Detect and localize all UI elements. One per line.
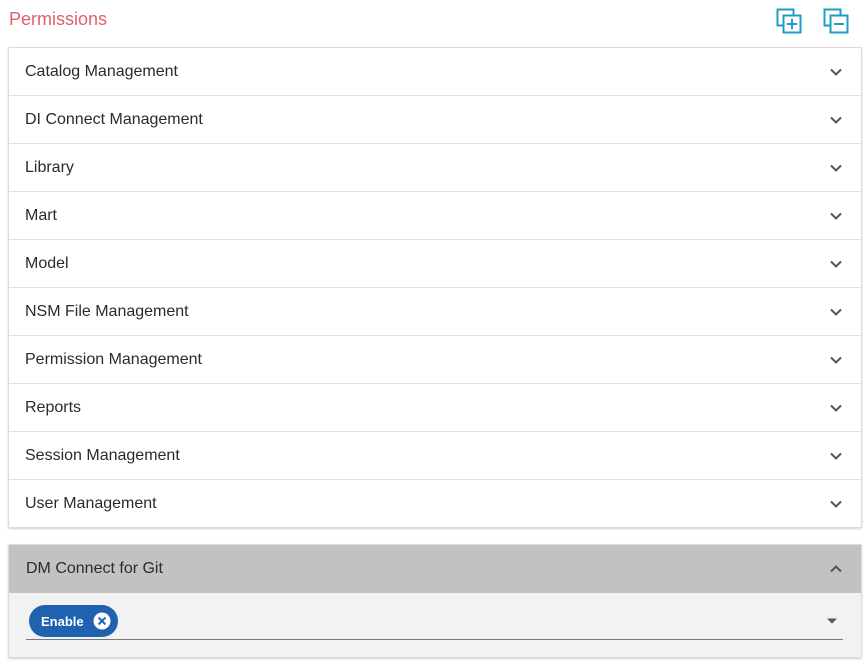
accordion-session-management[interactable]: Session Management	[9, 432, 861, 480]
permission-groups-list: Catalog Management DI Connect Management…	[8, 47, 862, 528]
chevron-down-icon[interactable]	[829, 497, 843, 511]
accordion-label: NSM File Management	[25, 303, 189, 320]
git-permissions-body: Enable	[9, 593, 861, 657]
remove-chip-icon[interactable]	[93, 612, 111, 630]
selected-permission-chip: Enable	[29, 605, 118, 637]
chevron-down-icon[interactable]	[829, 353, 843, 367]
accordion-label: Mart	[25, 207, 57, 224]
accordion-model[interactable]: Model	[9, 240, 861, 288]
accordion-mart[interactable]: Mart	[9, 192, 861, 240]
chevron-down-icon[interactable]	[829, 65, 843, 79]
git-permission-select[interactable]: Enable	[26, 604, 843, 640]
expand-all-icon[interactable]	[776, 8, 802, 34]
chevron-down-icon[interactable]	[829, 113, 843, 127]
accordion-nsm-file-management[interactable]: NSM File Management	[9, 288, 861, 336]
accordion-di-connect-management[interactable]: DI Connect Management	[9, 96, 861, 144]
accordion-catalog-management[interactable]: Catalog Management	[9, 48, 861, 96]
accordion-label: Permission Management	[25, 351, 202, 368]
chevron-up-icon[interactable]	[829, 562, 843, 576]
accordion-library[interactable]: Library	[9, 144, 861, 192]
chevron-down-icon[interactable]	[829, 209, 843, 223]
accordion-label: Library	[25, 159, 74, 176]
chevron-down-icon[interactable]	[829, 449, 843, 463]
chip-label: Enable	[41, 613, 84, 629]
chevron-down-icon[interactable]	[829, 401, 843, 415]
accordion-label: Reports	[25, 399, 82, 416]
accordion-label: Session Management	[25, 447, 180, 464]
collapse-all-icon[interactable]	[823, 8, 849, 34]
accordion-reports[interactable]: Reports	[9, 384, 861, 432]
accordion-label: Catalog Management	[25, 63, 178, 80]
dropdown-arrow-icon[interactable]	[826, 617, 838, 625]
accordion-permission-management[interactable]: Permission Management	[9, 336, 861, 384]
chevron-down-icon[interactable]	[829, 257, 843, 271]
accordion-label: DI Connect Management	[25, 111, 203, 128]
chevron-down-icon[interactable]	[829, 161, 843, 175]
accordion-label: DM Connect for Git	[26, 560, 163, 577]
accordion-dm-connect-for-git[interactable]: DM Connect for Git	[9, 545, 861, 593]
accordion-user-management[interactable]: User Management	[9, 480, 861, 527]
permissions-header: Permissions	[0, 0, 868, 42]
accordion-label: User Management	[25, 495, 157, 512]
accordion-label: Model	[25, 255, 69, 272]
git-permissions-panel: DM Connect for Git Enable	[8, 544, 862, 658]
page-title: Permissions	[9, 9, 108, 29]
chevron-down-icon[interactable]	[829, 305, 843, 319]
